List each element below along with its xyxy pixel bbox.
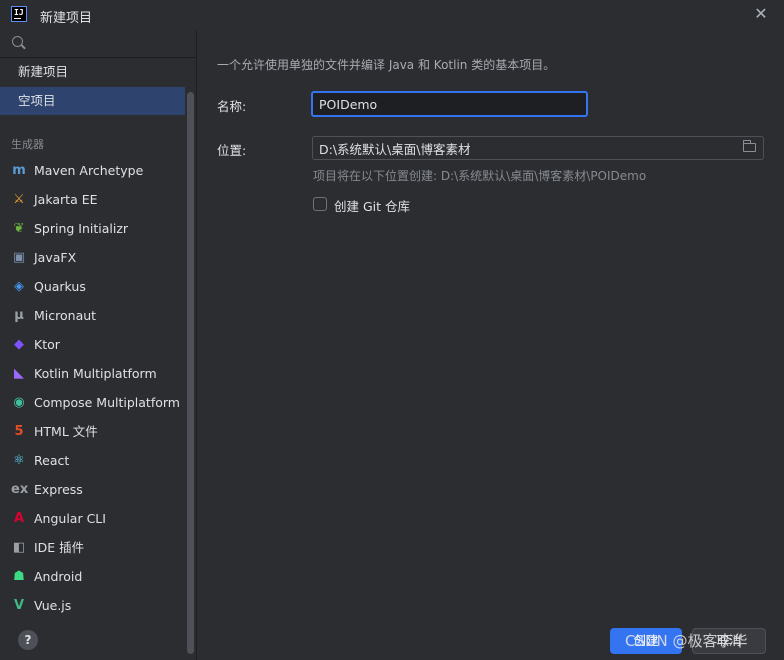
sidebar-item-generator[interactable]: ▣ JavaFX (0, 243, 185, 272)
generator-label: Micronaut (34, 308, 97, 323)
intellij-logo-icon: IJ (11, 6, 27, 22)
sidebar-item-generator[interactable]: 5 HTML 文件 (0, 417, 185, 446)
micronaut-icon: μ (14, 308, 24, 323)
generator-label: Ktor (34, 337, 60, 352)
jakarta-ee-icon: ⚔ (13, 192, 25, 207)
window-title: 新建项目 (40, 11, 93, 26)
sidebar-item-generator[interactable]: ◣ Kotlin Multiplatform (0, 359, 185, 388)
html5-icon: 5 (14, 424, 24, 439)
generator-label: Kotlin Multiplatform (34, 366, 157, 381)
sidebar-item-generator[interactable]: ⚔ Jakarta EE (0, 185, 185, 214)
sidebar-item-generator[interactable]: μ Micronaut (0, 301, 185, 330)
project-settings-panel: 一个允许使用单独的文件并编译 Java 和 Kotlin 类的基本项目。 名称:… (198, 30, 784, 630)
generator-label: Compose Multiplatform (34, 395, 180, 410)
generator-label: Android (34, 569, 83, 584)
scrollbar-thumb[interactable] (187, 92, 194, 654)
generator-label: IDE 插件 (34, 540, 85, 555)
compose-icon: ◉ (13, 395, 25, 410)
sidebar: 新建项目 空项目 生成器 m Maven Archetype ⚔ Jakarta EE ❦… (0, 30, 197, 660)
sidebar-item-generator[interactable]: ⚛ React (0, 446, 185, 475)
sidebar-item-generator[interactable]: ❦ Spring Initializr (0, 214, 185, 243)
sidebar-item-generator[interactable]: ◈ Quarkus (0, 272, 185, 301)
generators-section-label: 生成器 (11, 138, 44, 151)
spring-icon: ❦ (13, 221, 25, 236)
sidebar-item-project-type[interactable]: 新建项目 (0, 58, 185, 86)
project-description: 一个允许使用单独的文件并编译 Java 和 Kotlin 类的基本项目。 (217, 58, 556, 72)
search-icon (12, 36, 23, 47)
generator-label: Spring Initializr (34, 221, 129, 236)
cancel-button[interactable]: 取消 (692, 628, 766, 654)
react-icon: ⚛ (13, 453, 25, 468)
generator-label: Vue.js (34, 598, 72, 613)
name-input[interactable] (311, 91, 588, 117)
git-repo-checkbox[interactable] (313, 197, 327, 211)
angular-icon: A (13, 511, 25, 526)
help-button[interactable]: ? (18, 630, 38, 650)
name-label: 名称: (217, 99, 247, 114)
sidebar-item-project-type[interactable]: 空项目 (0, 87, 185, 115)
generator-label: HTML 文件 (34, 424, 98, 439)
close-icon[interactable]: ✕ (752, 5, 770, 23)
sidebar-search (0, 30, 196, 58)
sidebar-item-generator[interactable]: V Vue.js (0, 591, 185, 620)
sidebar-item-generator[interactable]: m Maven Archetype (0, 156, 185, 185)
ktor-icon: ◆ (14, 337, 24, 352)
sidebar-scrollbar[interactable] (185, 88, 196, 660)
create-button[interactable]: 创建 (610, 628, 682, 654)
sidebar-item-generator[interactable]: ☗ Android (0, 562, 185, 591)
generator-label: JavaFX (34, 250, 77, 265)
generator-label: Quarkus (34, 279, 86, 294)
javafx-icon: ▣ (12, 250, 26, 265)
vue-icon: V (13, 598, 25, 613)
folder-browse-icon[interactable] (742, 140, 756, 152)
generator-label: Jakarta EE (34, 192, 98, 207)
sidebar-item-generator[interactable]: ex Express (0, 475, 185, 504)
location-label: 位置: (217, 143, 247, 158)
git-repo-checkbox-label[interactable]: 创建 Git 仓库 (334, 196, 410, 215)
generator-label: Express (34, 482, 83, 497)
title-bar: IJ 新建项目 ✕ (0, 0, 784, 30)
search-input[interactable] (30, 34, 184, 54)
location-input[interactable] (312, 136, 764, 160)
sidebar-item-generator[interactable]: ◆ Ktor (0, 330, 185, 359)
sidebar-item-generator[interactable]: ◉ Compose Multiplatform (0, 388, 185, 417)
quarkus-icon: ◈ (14, 279, 24, 294)
sidebar-item-generator[interactable]: A Angular CLI (0, 504, 185, 533)
express-icon: ex (11, 482, 29, 497)
location-hint: 项目将在以下位置创建: D:\系统默认\桌面\博客素材\POIDemo (313, 169, 647, 183)
generator-label: Angular CLI (34, 511, 106, 526)
generator-label: React (34, 453, 70, 468)
android-icon: ☗ (13, 569, 25, 584)
sidebar-item-generator[interactable]: ◧ IDE 插件 (0, 533, 185, 562)
plugin-icon: ◧ (12, 540, 26, 555)
generator-label: Maven Archetype (34, 163, 144, 178)
maven-icon: m (12, 163, 26, 178)
kotlin-icon: ◣ (14, 366, 24, 381)
